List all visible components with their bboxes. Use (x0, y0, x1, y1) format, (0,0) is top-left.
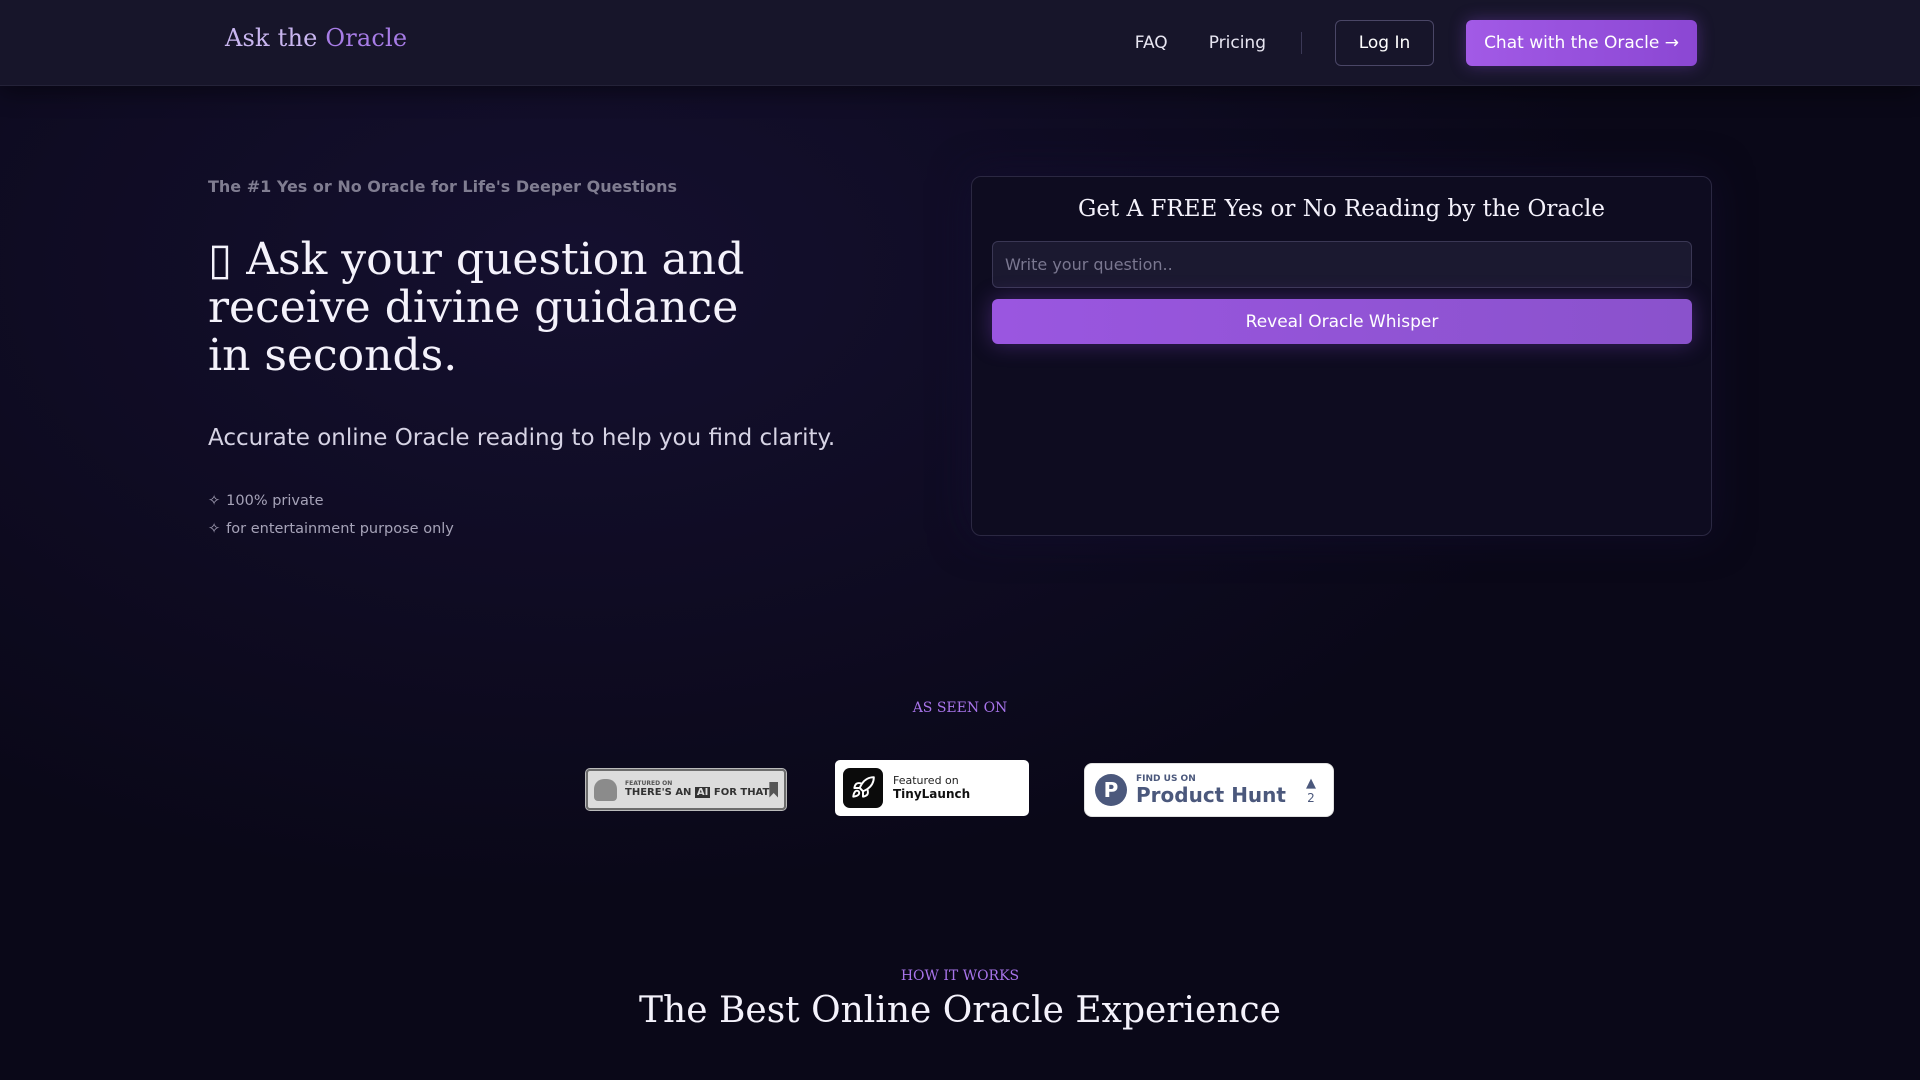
sparkle-icon: ✧ (208, 521, 221, 537)
bullet-item: ✧ 100% private (208, 487, 454, 515)
bookmark-icon (769, 781, 778, 798)
how-it-works-label: HOW IT WORKS (900, 968, 1020, 984)
tinylaunch-featured-text: Featured on (893, 774, 959, 787)
as-seen-on-label: AS SEEN ON (912, 700, 1008, 716)
how-it-works-title: The Best Online Oracle Experience (639, 990, 1281, 1031)
bullet-text: for entertainment purpose only (226, 521, 454, 537)
tinylaunch-badge[interactable]: Featured on TinyLaunch (835, 760, 1029, 816)
aift-text: FEATURED ON THERE'S AN AI FOR THAT (625, 780, 769, 799)
product-hunt-text: FIND US ON Product Hunt (1136, 774, 1299, 806)
nav-links: FAQ Pricing Log In Chat with the Oracle … (1135, 20, 1697, 66)
site-logo[interactable]: Ask the Oracle (225, 24, 407, 52)
hero-eyebrow: The #1 Yes or No Oracle for Life's Deepe… (208, 177, 678, 196)
product-hunt-logo-icon: P (1095, 774, 1127, 806)
hero-title: ▯ Ask your question and receive divine g… (208, 236, 908, 380)
aift-featured-text: FEATURED ON (625, 780, 673, 787)
theres-an-ai-for-that-badge[interactable]: FEATURED ON THERE'S AN AI FOR THAT (585, 768, 787, 811)
rocket-icon (843, 768, 883, 808)
product-hunt-upvotes: ▲ 2 (1299, 776, 1323, 805)
tinylaunch-name: TinyLaunch (893, 787, 971, 801)
bullet-item: ✧ for entertainment purpose only (208, 515, 454, 543)
product-hunt-name: Product Hunt (1136, 783, 1286, 807)
product-hunt-badge[interactable]: P FIND US ON Product Hunt ▲ 2 (1084, 763, 1334, 817)
logo-accent-text: Oracle (325, 24, 408, 52)
bullet-text: 100% private (226, 493, 324, 509)
reading-card-title: Get A FREE Yes or No Reading by the Orac… (1078, 196, 1605, 222)
sparkle-icon: ✧ (208, 493, 221, 509)
nav-divider (1301, 32, 1302, 54)
upvote-count: 2 (1307, 790, 1315, 805)
hero-subtitle: Accurate online Oracle reading to help y… (208, 425, 836, 451)
missing-glyph-icon: ▯ (208, 234, 233, 285)
page: Ask the Oracle FAQ Pricing Log In Chat w… (0, 0, 1920, 1080)
tinylaunch-text: Featured on TinyLaunch (893, 774, 970, 802)
logo-text: Ask the (225, 24, 326, 52)
hero-title-line-2: receive divine guidance (208, 282, 739, 333)
nav-faq-link[interactable]: FAQ (1135, 33, 1168, 53)
hand-icon (594, 778, 618, 801)
upvote-arrow-icon: ▲ (1306, 775, 1316, 791)
feature-bullets: ✧ 100% private ✧ for entertainment purpose… (208, 487, 454, 543)
question-input[interactable] (992, 241, 1692, 288)
reading-card: Get A FREE Yes or No Reading by the Orac… (971, 176, 1712, 536)
reveal-oracle-whisper-button[interactable]: Reveal Oracle Whisper (992, 299, 1692, 344)
nav-pricing-link[interactable]: Pricing (1209, 33, 1266, 53)
hero-title-line-3: in seconds. (208, 330, 458, 381)
login-button[interactable]: Log In (1335, 20, 1434, 66)
aift-name: THERE'S AN AI FOR THAT (625, 787, 770, 798)
navbar: Ask the Oracle FAQ Pricing Log In Chat w… (0, 0, 1920, 86)
hero-title-line-1: Ask your question and (246, 234, 745, 285)
chat-with-oracle-button[interactable]: Chat with the Oracle → (1466, 20, 1697, 66)
